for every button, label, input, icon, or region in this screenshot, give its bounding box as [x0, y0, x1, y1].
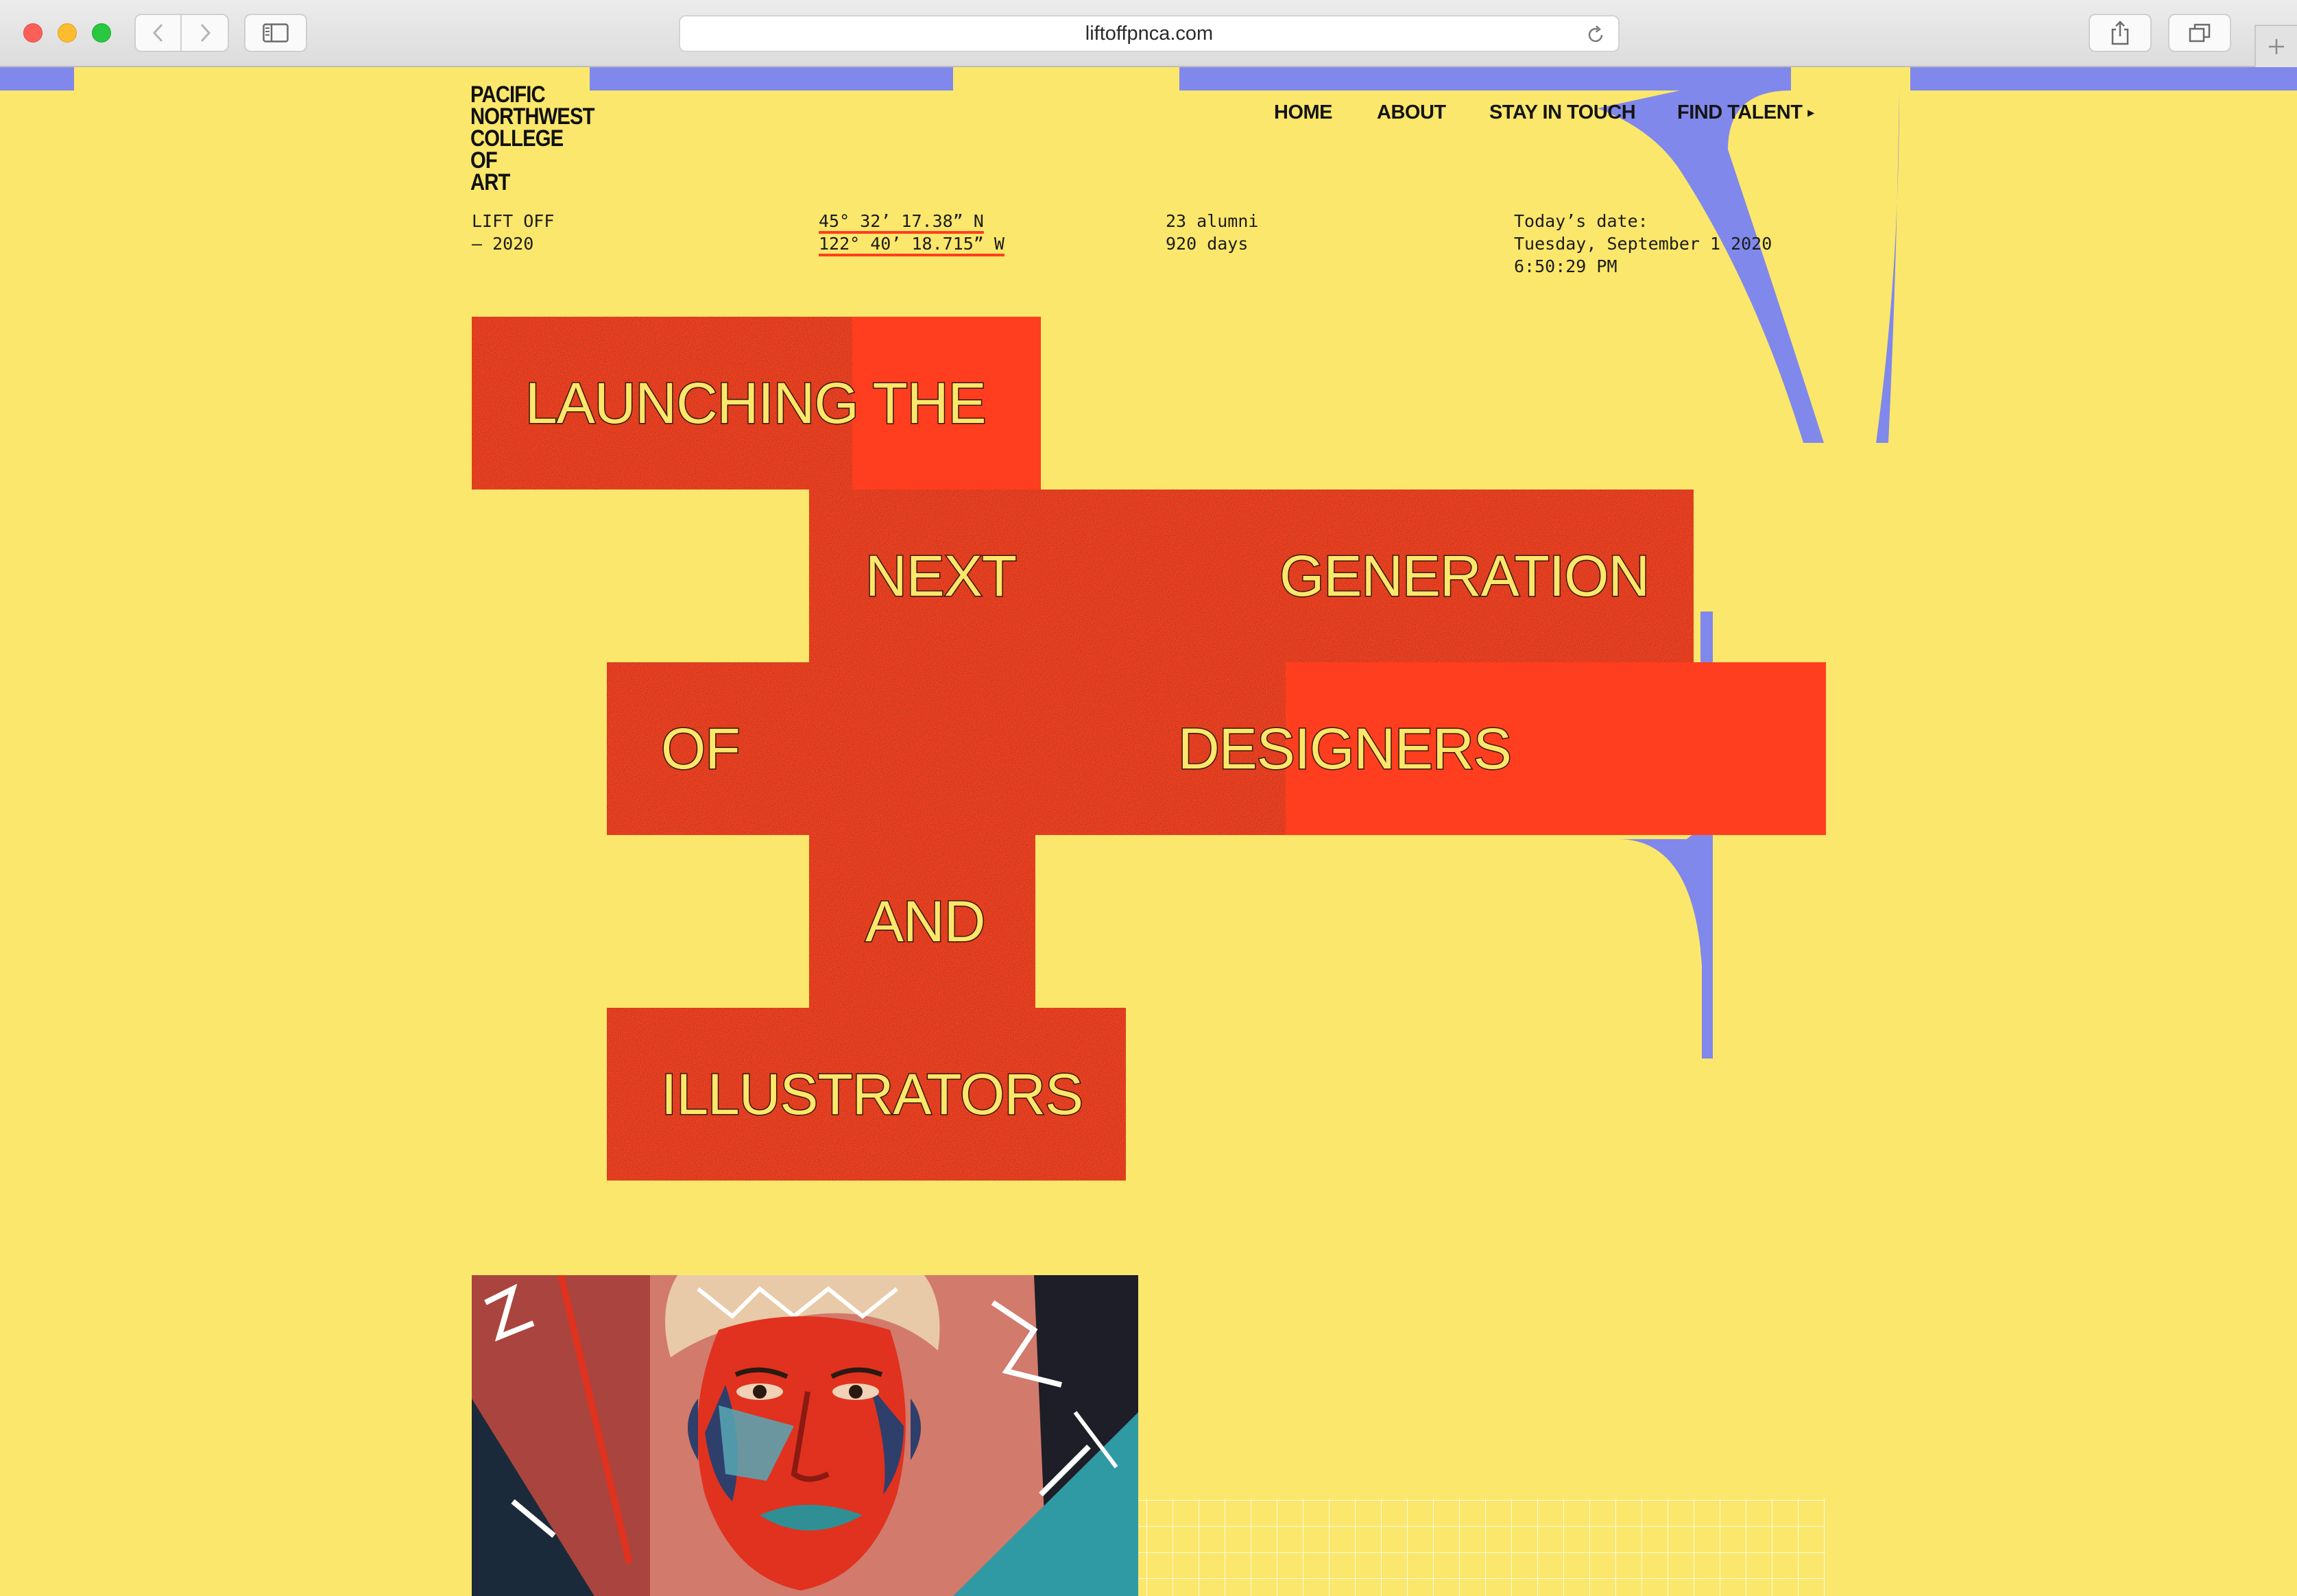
- share-icon: [2111, 21, 2129, 45]
- forward-button[interactable]: [182, 14, 229, 52]
- web-page: PACIFIC NORTHWEST COLLEGE OF ART HOME AB…: [0, 67, 2297, 1596]
- hero-word: DESIGNERS: [1177, 716, 1513, 781]
- reload-icon[interactable]: [1585, 25, 1606, 45]
- tabs-overview-icon: [2189, 23, 2211, 43]
- sidebar-icon: [263, 23, 289, 43]
- hero-word: ILLUSTRATORS: [660, 1062, 1084, 1126]
- url-text: liftoffpnca.com: [1085, 22, 1214, 45]
- back-button[interactable]: [134, 14, 182, 52]
- chevron-left-icon: [152, 23, 163, 43]
- hero-word: GENERATION: [1278, 544, 1650, 608]
- hero-word: LAUNCHING THE: [525, 371, 988, 435]
- minimize-window-button[interactable]: [58, 23, 77, 43]
- sidebar-toggle-button[interactable]: [244, 14, 307, 52]
- close-window-button[interactable]: [23, 23, 43, 43]
- address-bar[interactable]: liftoffpnca.com: [679, 15, 1620, 52]
- plus-icon: [2269, 39, 2284, 54]
- tab-overview-button[interactable]: [2168, 14, 2231, 52]
- browser-toolbar: liftoffpnca.com: [0, 0, 2297, 67]
- chevron-right-icon: [200, 23, 211, 43]
- hero-word: OF: [660, 716, 742, 781]
- hero-blocks: [472, 317, 1826, 1181]
- featured-portrait-illustration[interactable]: [472, 1275, 1138, 1596]
- hero-word: AND: [864, 889, 986, 954]
- history-navigation: [134, 14, 229, 52]
- new-tab-button[interactable]: [2254, 25, 2297, 67]
- zoom-window-button[interactable]: [92, 23, 111, 43]
- hero-word: NEXT: [864, 544, 1018, 608]
- share-button[interactable]: [2089, 14, 2152, 52]
